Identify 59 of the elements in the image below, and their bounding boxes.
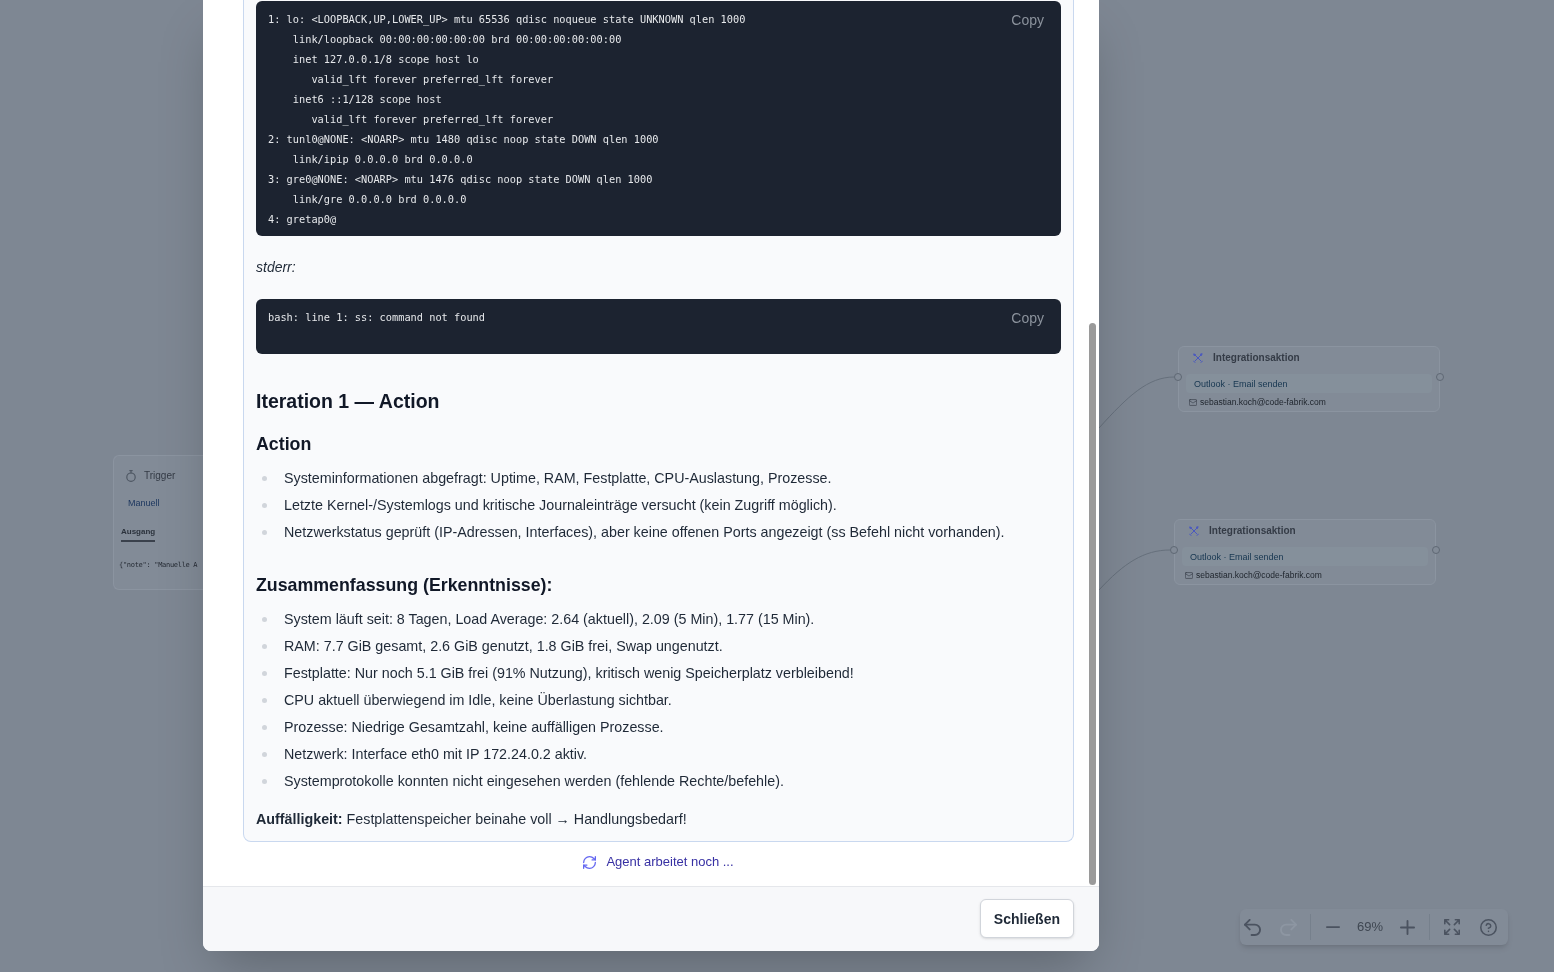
integration-node[interactable]: Integrationsaktion Outlook · Email senden sebastian.koch@code-fabrik.com xyxy=(1178,346,1440,412)
bullet-icon xyxy=(262,644,267,649)
node-title: Trigger xyxy=(144,470,176,482)
summary-paragraph: Auffälligkeit: Festplattenspeicher beinahe voll → Handlungsbedarf! xyxy=(256,810,688,829)
stopwatch-icon xyxy=(126,470,136,482)
status-text: Agent arbeitet noch ... xyxy=(606,853,734,871)
minus-icon xyxy=(1326,926,1340,928)
bullet-icon xyxy=(262,698,267,703)
integration-node[interactable]: Integrationsaktion Outlook · Email senden sebastian.koch@code-fabrik.com xyxy=(1174,519,1436,585)
bullet-icon xyxy=(262,779,267,784)
list-item: System läuft seit: 8 Tagen, Load Average: 2.64 (aktuell), 2.09 (5 Min), 1.77 (15 Min). xyxy=(284,610,815,629)
scrollbar-thumb[interactable] xyxy=(1089,323,1096,885)
envelope-icon xyxy=(1185,571,1193,579)
connection-port[interactable] xyxy=(1432,546,1440,554)
list-item: Netzwerkstatus geprüft (IP-Adressen, Interfaces), aber keine offenen Ports angezeigt (ss Befehl nicht vorhanden). xyxy=(284,523,1005,542)
subsection-heading: Action xyxy=(256,433,313,456)
list-item: CPU aktuell überwiegend im Idle, keine Überlastung sichtbar. xyxy=(284,691,672,710)
list-item: Letzte Kernel-/Systemlogs und kritische Journaleinträge versucht (kein Zugriff möglich). xyxy=(284,496,837,515)
list-item: Systemprotokolle konnten nicht eingesehen werden (fehlende Rechte/befehle). xyxy=(284,772,784,791)
section-heading: Iteration 1 — Action xyxy=(256,389,441,414)
undo-icon xyxy=(1243,918,1261,936)
trigger-type: Manuell xyxy=(128,497,160,510)
subsection-heading: Zusammenfassung (Erkenntnisse): xyxy=(256,574,554,597)
list-item: Netzwerk: Interface eth0 mit IP 172.24.0.2 aktiv. xyxy=(284,745,588,764)
close-button[interactable]: Schließen xyxy=(979,899,1074,938)
copy-button[interactable]: Copy xyxy=(1011,308,1044,328)
crossed-tools-icon xyxy=(1193,353,1203,363)
zoom-level: 69% xyxy=(1357,919,1384,935)
recipient-email: sebastian.koch@code-fabrik.com xyxy=(1196,569,1322,581)
bullet-icon xyxy=(262,671,267,676)
refresh-icon xyxy=(583,855,597,869)
connection-port[interactable] xyxy=(1436,373,1444,381)
bullet-icon xyxy=(262,503,267,508)
list-item: RAM: 7.7 GiB gesamt, 2.6 GiB genutzt, 1.8 GiB frei, Swap ungenutzt. xyxy=(284,637,723,656)
bullet-icon xyxy=(262,530,267,535)
output-tab[interactable]: Ausgang xyxy=(121,526,156,542)
plus-icon xyxy=(1399,919,1415,935)
connection-port[interactable] xyxy=(1170,546,1178,554)
node-title: Integrationsaktion xyxy=(1209,525,1296,537)
action-name: Outlook · Email senden xyxy=(1194,377,1288,390)
envelope-icon xyxy=(1189,398,1197,406)
node-title: Integrationsaktion xyxy=(1213,352,1300,364)
bullet-icon xyxy=(262,617,267,622)
code-output: 1: lo: <LOOPBACK,UP,LOWER_UP> mtu 65536 qdisc noqueue state UNKNOWN qlen 1000 link/loopback 00:00:00:00:00:00 brd 00:00:00:00:00:00 inet 127.0.0.1/8 scope host lo valid_lft forever preferred_lft forever inet6 ::1/128 scope host valid_lft forever preferred_lft forever 2: tunl0@NONE: <NOARP> mtu 1480 qdisc noop state DOWN qlen 1000 link/ipip 0.0.0.0 brd 0.0.0.0 3: gre0@NONE: <NOARP> mtu 1476 qdisc noop state DOWN qlen 1000 link/gre 0.0.0.0 brd 0.0.0.0 4: gretap0@ xyxy=(268,12,746,227)
bullet-icon xyxy=(262,725,267,730)
bullet-icon xyxy=(262,752,267,757)
connection-port[interactable] xyxy=(1174,373,1182,381)
crossed-tools-icon xyxy=(1189,526,1199,536)
action-name: Outlook · Email senden xyxy=(1190,550,1284,563)
recipient-email: sebastian.koch@code-fabrik.com xyxy=(1200,396,1326,408)
copy-button[interactable]: Copy xyxy=(1011,10,1044,30)
help-icon xyxy=(1479,918,1497,936)
code-output: bash: line 1: ss: command not found xyxy=(268,310,485,325)
list-item: Festplatte: Nur noch 5.1 GiB frei (91% Nutzung), kritisch wenig Speicherplatz verbleibend! xyxy=(284,664,854,683)
stream-label: stderr: xyxy=(256,258,297,277)
list-item: Prozesse: Niedrige Gesamtzahl, keine auffälligen Prozesse. xyxy=(284,718,664,737)
fullscreen-icon xyxy=(1444,919,1461,935)
list-item: Systeminformationen abgefragt: Uptime, RAM, Festplatte, CPU-Auslastung, Prozesse. xyxy=(284,469,832,488)
bullet-icon xyxy=(262,476,267,481)
